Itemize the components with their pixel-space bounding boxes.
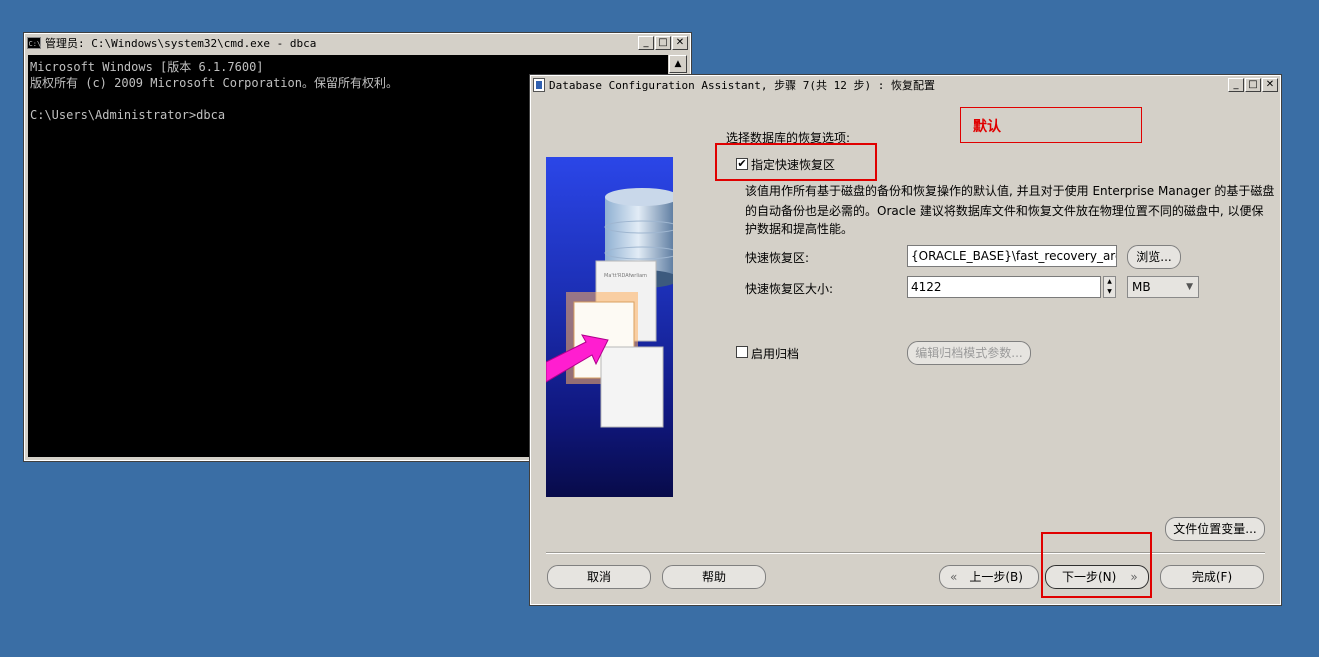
console-line: Microsoft Windows [版本 6.1.7600] <box>30 60 264 74</box>
size-spinner[interactable]: ▲ ▼ <box>1103 276 1116 298</box>
file-location-variables-button[interactable]: 文件位置变量... <box>1165 517 1265 541</box>
dbca-close-button[interactable]: ✕ <box>1262 78 1278 92</box>
fast-recovery-size-label: 快速恢复区大小: <box>745 282 834 296</box>
cmd-minimize-button[interactable]: _ <box>638 36 654 50</box>
size-unit-value: MB <box>1132 280 1151 294</box>
svg-text:C:\: C:\ <box>29 40 42 48</box>
description-line-2: 的自动备份也是必需的。Oracle 建议将数据库文件和恢复文件放在物理位置不同的… <box>745 204 1264 218</box>
database-documents-illustration: Ma'tt'RDAfwrliam <box>546 188 673 428</box>
fast-recovery-area-input[interactable]: {ORACLE_BASE}\fast_recovery_area <box>907 245 1117 267</box>
cmd-titlebar[interactable]: C:\ 管理员: C:\Windows\system32\cmd.exe - d… <box>25 34 690 52</box>
fast-recovery-area-label: 快速恢复区: <box>745 251 810 265</box>
chevron-left-icon: « <box>950 570 958 584</box>
finish-button[interactable]: 完成(F) <box>1160 565 1264 589</box>
help-button[interactable]: 帮助 <box>662 565 766 589</box>
chevron-right-icon: » <box>1130 570 1138 584</box>
spinner-down-icon[interactable]: ▼ <box>1104 287 1115 297</box>
cancel-button[interactable]: 取消 <box>547 565 651 589</box>
browse-button[interactable]: 浏览... <box>1127 245 1181 269</box>
archive-label: 启用归档 <box>751 347 800 361</box>
archive-checkbox[interactable] <box>736 346 748 358</box>
cmd-close-button[interactable]: ✕ <box>672 36 688 50</box>
scroll-up-arrow-icon[interactable]: ▲ <box>669 55 687 73</box>
cmd-title: 管理员: C:\Windows\system32\cmd.exe - dbca <box>45 37 317 50</box>
spinner-up-icon[interactable]: ▲ <box>1104 277 1115 287</box>
footer-separator <box>546 552 1265 554</box>
dbca-dialog[interactable]: Database Configuration Assistant, 步骤 7(共… <box>529 74 1282 606</box>
cmd-maximize-button[interactable]: □ <box>655 36 671 50</box>
back-button[interactable]: « 上一步(B) <box>939 565 1039 589</box>
back-button-label: 上一步(B) <box>969 570 1023 584</box>
edit-archive-params-button[interactable]: 编辑归档模式参数... <box>907 341 1031 365</box>
size-unit-select[interactable]: MB ▼ <box>1127 276 1199 298</box>
annotation-text: 默认 <box>973 119 1001 135</box>
chevron-down-icon: ▼ <box>1186 282 1193 292</box>
dbca-titlebar[interactable]: Database Configuration Assistant, 步骤 7(共… <box>531 76 1280 94</box>
cmd-icon: C:\ <box>27 37 41 49</box>
database-app-icon <box>533 78 545 92</box>
doc-text: Ma'tt'RDAfwrliam <box>604 273 647 279</box>
fast-recovery-size-input[interactable]: 4122 <box>907 276 1101 298</box>
description-line-3: 护数据和提高性能。 <box>745 222 854 236</box>
dbca-maximize-button[interactable]: □ <box>1245 78 1261 92</box>
dbca-minimize-button[interactable]: _ <box>1228 78 1244 92</box>
fast-recovery-checkbox[interactable]: ✔ <box>736 158 748 170</box>
next-button-label: 下一步(N) <box>1062 570 1117 584</box>
description-line-1: 该值用作所有基于磁盘的备份和恢复操作的默认值, 并且对于使用 Enterpris… <box>745 184 1275 198</box>
wizard-illustration: Ma'tt'RDAfwrliam <box>546 157 673 497</box>
dbca-title: Database Configuration Assistant, 步骤 7(共… <box>549 79 936 92</box>
fast-recovery-label: 指定快速恢复区 <box>751 158 836 172</box>
next-button[interactable]: 下一步(N) » <box>1045 565 1149 589</box>
